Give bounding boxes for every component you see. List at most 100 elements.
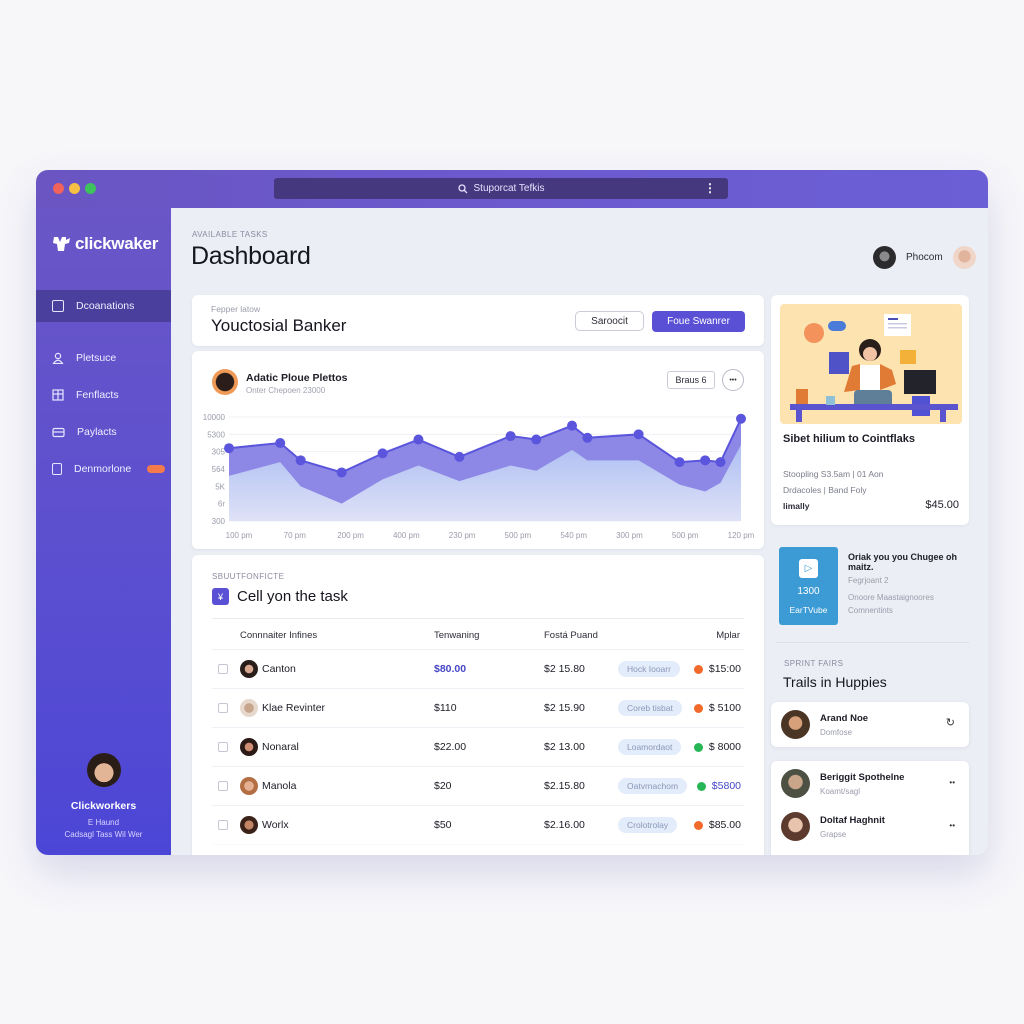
people-eyebrow: SPRINT FAIRS bbox=[784, 659, 844, 668]
row-checkbox[interactable] bbox=[218, 820, 228, 830]
data-point bbox=[582, 432, 593, 443]
search-icon bbox=[457, 183, 467, 193]
column-header[interactable]: Mplar bbox=[716, 630, 740, 641]
row-tag: Crolotrolay bbox=[618, 817, 678, 833]
person-role: Grapse bbox=[820, 829, 847, 839]
column-header[interactable]: Connnaiter Infines bbox=[240, 630, 317, 641]
sidebar-item-label: Pletsuce bbox=[76, 352, 117, 364]
x-tick-label: 500 pm bbox=[505, 531, 532, 540]
avatar bbox=[781, 769, 810, 798]
card-icon bbox=[52, 427, 65, 437]
refresh-icon[interactable]: ↻ bbox=[946, 716, 955, 729]
x-tick-label: 120 pm bbox=[728, 531, 755, 540]
row-name: Nonaral bbox=[262, 741, 299, 753]
column-header[interactable]: Fostá Puand bbox=[544, 630, 598, 641]
row-value: $15:00 bbox=[708, 663, 741, 675]
filter-button[interactable]: Braus 6 bbox=[667, 371, 715, 389]
table-row[interactable]: Canton $80.00 $2 15.80 Hock Iooarr $15:00 bbox=[212, 649, 744, 688]
sidebar-item-label: Denmorlone bbox=[74, 463, 132, 475]
chart-card-title: Adatic Ploue Plettos bbox=[246, 372, 348, 384]
data-point bbox=[567, 420, 578, 431]
chart-card: Adatic Ploue Plettos Onter Chepoen 23000… bbox=[192, 351, 764, 549]
row-tag: Hock Iooarr bbox=[618, 661, 680, 677]
data-point bbox=[674, 457, 685, 468]
more-options-icon[interactable]: •• bbox=[949, 821, 955, 830]
search-bar[interactable]: Stuporcat Tefkis ⋮ bbox=[274, 178, 728, 199]
minimize-window-button[interactable] bbox=[69, 183, 80, 194]
row-name: Manola bbox=[262, 780, 297, 792]
data-point bbox=[295, 455, 306, 466]
promo-price: $45.00 bbox=[925, 499, 959, 511]
avatar bbox=[240, 699, 258, 717]
row-status: $ 5100 bbox=[693, 702, 741, 714]
sidebar-item-label: Dcoanations bbox=[76, 300, 135, 312]
data-point bbox=[377, 448, 388, 459]
close-window-button[interactable] bbox=[53, 183, 64, 194]
promo-meta-2: Drdacoles | Band Foly bbox=[783, 485, 867, 495]
y-tick-label: 10000 bbox=[203, 413, 226, 422]
user-icon bbox=[52, 352, 64, 364]
row-checkbox[interactable] bbox=[218, 742, 228, 752]
row-amount: $110 bbox=[434, 702, 457, 714]
more-vertical-icon[interactable]: ⋮ bbox=[704, 181, 716, 195]
maximize-window-button[interactable] bbox=[85, 183, 96, 194]
data-point bbox=[531, 434, 542, 445]
more-options-icon[interactable]: •• bbox=[949, 778, 955, 787]
row-checkbox[interactable] bbox=[218, 781, 228, 791]
table-title: Cell yon the task bbox=[237, 588, 348, 605]
header-user[interactable]: Phocom bbox=[873, 246, 976, 269]
row-status: $85.00 bbox=[693, 819, 741, 831]
data-point bbox=[275, 438, 286, 448]
promo-title: Sibet hilium to Cointflaks bbox=[783, 433, 916, 445]
y-tick-label: 305 bbox=[212, 448, 226, 457]
avatar bbox=[781, 710, 810, 739]
main-content: AVAILABLE TASKS Dashboard Phocom Fepper … bbox=[171, 208, 988, 855]
sidebar-profile[interactable]: Clickworkers E Haund Cadsagl Tass Wil We… bbox=[36, 753, 171, 841]
sidebar-item-fenflacts[interactable]: Fenflacts bbox=[36, 379, 171, 411]
data-point bbox=[715, 457, 726, 468]
sidebar-item-pletsuce[interactable]: Pletsuce bbox=[36, 342, 171, 374]
row-name: Worlx bbox=[262, 819, 289, 831]
person-card[interactable]: Arand Noe Domfose ↻ bbox=[771, 702, 969, 747]
video-count: 1300 bbox=[797, 586, 820, 597]
row-amount: $22.00 bbox=[434, 741, 467, 753]
status-dot bbox=[693, 703, 703, 713]
profile-line-1: E Haund bbox=[87, 818, 120, 827]
row-status: $5800 bbox=[696, 780, 741, 792]
more-options-button[interactable]: ••• bbox=[722, 369, 744, 391]
row-value: $ 5100 bbox=[708, 702, 741, 714]
task-banner-card: Fepper latow Youctosial Banker Saroocit … bbox=[192, 295, 764, 346]
data-point bbox=[413, 434, 424, 445]
primary-button[interactable]: Foue Swanrer bbox=[652, 311, 745, 332]
row-name: Canton bbox=[262, 663, 296, 675]
row-checkbox[interactable] bbox=[218, 703, 228, 713]
video-label: EarTVube bbox=[789, 605, 828, 615]
list-item[interactable]: Beriggit Spothelne Koamt/sagl bbox=[781, 769, 904, 798]
sidebar-item-denmorlone[interactable]: Denmorlone bbox=[36, 453, 171, 485]
document-icon bbox=[52, 300, 64, 312]
sidebar-item-label: Paylacts bbox=[77, 426, 117, 438]
user-label: Phocom bbox=[906, 252, 943, 263]
y-tick-label: 564 bbox=[212, 465, 226, 474]
sidebar-item-paylacts[interactable]: Paylacts bbox=[36, 416, 171, 448]
table-row[interactable]: Worlx $50 $2.16.00 Crolotrolay $85.00 bbox=[212, 805, 744, 844]
table-row[interactable]: Nonaral $22.00 $2 13.00 Loamordaot $ 8000 bbox=[212, 727, 744, 766]
row-checkbox[interactable] bbox=[218, 664, 228, 674]
secondary-button[interactable]: Saroocit bbox=[575, 311, 644, 331]
table-row[interactable]: Klae Revinter $110 $2 15.90 Coreb tisbat $ 5… bbox=[212, 688, 744, 727]
promo-card[interactable]: Sibet hilium to Cointflaks Stoopling S3.… bbox=[771, 295, 969, 525]
x-tick-label: 500 pm bbox=[672, 531, 699, 540]
x-tick-label: 300 pm bbox=[616, 531, 643, 540]
table-row[interactable]: Manola $20 $2.15.80 Oatvrnachom $5800 bbox=[212, 766, 744, 805]
person-name: Doltaf Haghnit bbox=[820, 814, 885, 826]
video-tile[interactable]: ▷ 1300 EarTVube bbox=[779, 547, 838, 625]
column-header[interactable]: Tenwaning bbox=[434, 630, 479, 641]
page-eyebrow: AVAILABLE TASKS bbox=[192, 230, 268, 239]
row-value: $85.00 bbox=[708, 819, 741, 831]
logo-text: clickwaker bbox=[75, 234, 159, 253]
sidebar-item-donations[interactable]: Dcoanations bbox=[36, 290, 171, 322]
chart-card-subtitle: Onter Chepoen 23000 bbox=[246, 386, 326, 395]
promo-meta-1: Stoopling S3.5am | 01 Aon bbox=[783, 469, 884, 479]
app-logo[interactable]: clickwaker bbox=[52, 234, 158, 254]
list-item[interactable]: Doltaf Haghnit Grapse bbox=[781, 812, 885, 841]
